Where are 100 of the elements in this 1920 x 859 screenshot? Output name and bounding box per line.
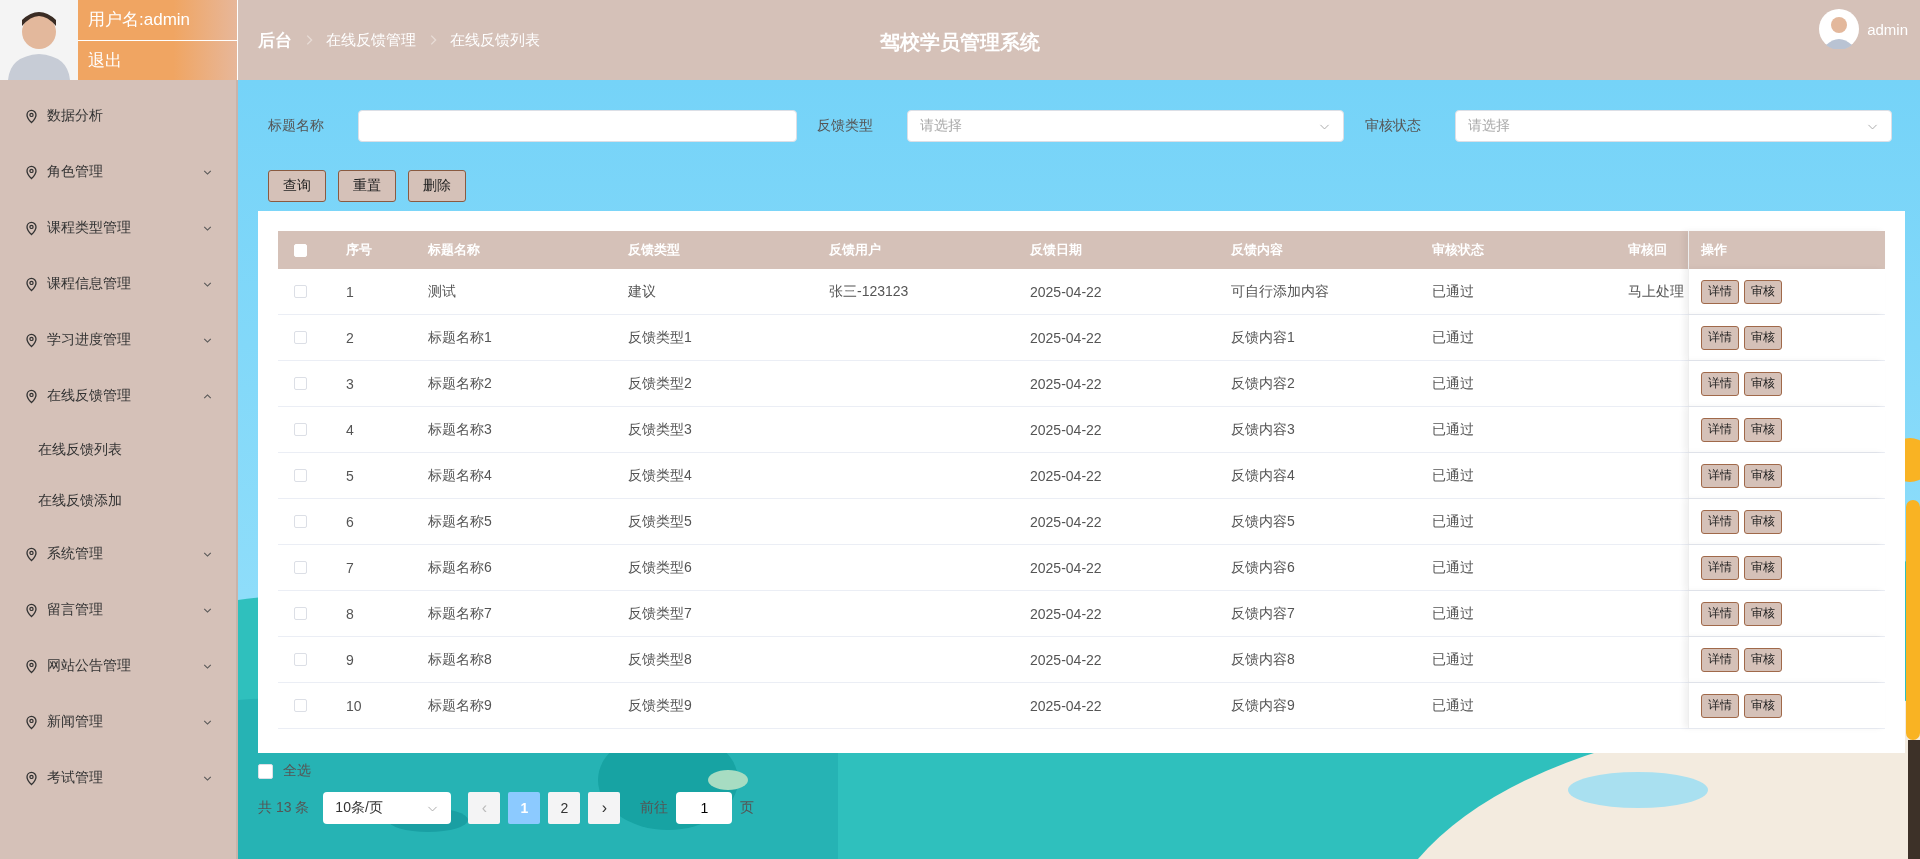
checkbox[interactable] [294, 561, 307, 574]
location-pin-icon [24, 770, 39, 786]
avatar[interactable] [1819, 9, 1860, 49]
location-pin-icon [24, 546, 39, 562]
row-action-button[interactable]: 审核 [1744, 417, 1782, 442]
page-label: 页 [740, 799, 755, 817]
menu-item[interactable]: 课程类型管理 [0, 200, 236, 256]
row-action-button[interactable]: 审核 [1744, 647, 1782, 672]
location-pin-icon [24, 108, 39, 124]
submenu-item[interactable]: 在线反馈列表 [0, 424, 236, 475]
row-action-button[interactable]: 详情 [1701, 693, 1739, 718]
table-cell: 反馈内容6 [1231, 558, 1295, 577]
checkbox[interactable] [294, 331, 307, 344]
row-action-button[interactable]: 详情 [1701, 601, 1739, 626]
app-title: 驾校学员管理系统 [879, 30, 1041, 55]
row-action-button[interactable]: 审核 [1744, 463, 1782, 488]
menu-item[interactable]: 在线反馈管理 [0, 368, 236, 424]
row-action-button[interactable]: 详情 [1701, 555, 1739, 580]
row-action-button[interactable]: 审核 [1744, 509, 1782, 534]
checkbox[interactable] [294, 423, 307, 436]
action-button[interactable]: 重置 [338, 170, 396, 202]
table-cell: 反馈类型7 [628, 604, 692, 623]
page-number-field[interactable]: 1 [676, 792, 733, 824]
table-cell: 反馈类型1 [628, 328, 692, 347]
row-action-button[interactable]: 审核 [1744, 279, 1782, 304]
location-pin-icon [24, 164, 39, 180]
row-action-button[interactable]: 详情 [1701, 463, 1739, 488]
table-cell: 反馈内容3 [1231, 420, 1295, 439]
menu-item[interactable]: 考试管理 [0, 750, 236, 806]
table-cell: 2025-04-22 [1030, 513, 1102, 530]
submenu-item[interactable]: 在线反馈添加 [0, 475, 236, 526]
checkbox[interactable] [294, 699, 307, 712]
location-pin-icon [24, 388, 39, 404]
next-page-button[interactable]: › [588, 792, 621, 824]
page-button[interactable]: 2 [548, 792, 581, 824]
table-cell: 测试 [428, 282, 456, 301]
table-cell: 反馈类型5 [628, 512, 692, 531]
table-cell: 反馈类型4 [628, 466, 692, 485]
table-cell: 已通过 [1432, 696, 1474, 715]
table-cell: 5 [346, 467, 354, 484]
table-cell: 2025-04-22 [1030, 421, 1102, 438]
menu-item[interactable]: 角色管理 [0, 144, 236, 200]
row-action-button[interactable]: 详情 [1701, 371, 1739, 396]
table-cell: 反馈类型6 [628, 558, 692, 577]
column-header: 反馈内容 [1231, 241, 1283, 259]
menu-item[interactable]: 学习进度管理 [0, 312, 236, 368]
row-action-button[interactable]: 详情 [1701, 647, 1739, 672]
menu-item[interactable]: 新闻管理 [0, 694, 236, 750]
menu-item[interactable]: 数据分析 [0, 88, 236, 144]
checkbox[interactable] [294, 285, 307, 298]
table-cell: 标题名称2 [428, 374, 492, 393]
text-input-field[interactable] [358, 110, 797, 142]
table-cell: 8 [346, 605, 354, 622]
row-action-button[interactable]: 详情 [1701, 509, 1739, 534]
action-button[interactable]: 查询 [268, 170, 326, 202]
row-action-button[interactable]: 详情 [1701, 417, 1739, 442]
table-cell: 反馈类型9 [628, 696, 692, 715]
table-cell: 标题名称5 [428, 512, 492, 531]
column-header: 审核状态 [1432, 241, 1484, 259]
table-cell: 已通过 [1432, 328, 1474, 347]
table-cell: 3 [346, 375, 354, 392]
row-action-button[interactable]: 审核 [1744, 555, 1782, 580]
field-label: 反馈类型 [817, 117, 874, 135]
table-cell: 标题名称9 [428, 696, 492, 715]
column-header: 序号 [346, 241, 372, 259]
table-cell: 已通过 [1432, 282, 1474, 301]
page-size-select[interactable]: 10条/页 [323, 792, 452, 824]
table-cell: 已通过 [1432, 604, 1474, 623]
table-cell: 已通过 [1432, 374, 1474, 393]
action-button[interactable]: 删除 [408, 170, 466, 202]
checkbox[interactable] [294, 653, 307, 666]
table-cell: 建议 [628, 282, 656, 301]
table-cell: 反馈内容9 [1231, 696, 1295, 715]
checkbox[interactable] [294, 607, 307, 620]
table-cell: 2 [346, 329, 354, 346]
location-pin-icon [24, 220, 39, 236]
menu-item[interactable]: 系统管理 [0, 526, 236, 582]
row-action-button[interactable]: 审核 [1744, 693, 1782, 718]
location-pin-icon [24, 332, 39, 348]
table-cell: 2025-04-22 [1030, 375, 1102, 392]
checkbox[interactable] [294, 469, 307, 482]
table-cell: 标题名称8 [428, 650, 492, 669]
checkbox[interactable] [294, 515, 307, 528]
menu-item[interactable]: 网站公告管理 [0, 638, 236, 694]
table-cell: 9 [346, 651, 354, 668]
username-label: 用户名:admin [78, 0, 237, 41]
table-cell: 已通过 [1432, 558, 1474, 577]
row-action-button[interactable]: 审核 [1744, 371, 1782, 396]
column-header: 标题名称 [428, 241, 480, 259]
table-cell: 1 [346, 283, 354, 300]
checkbox-label: 全选 [283, 762, 311, 780]
row-action-button[interactable]: 详情 [1701, 279, 1739, 304]
row-action-button[interactable]: 审核 [1744, 325, 1782, 350]
row-action-button[interactable]: 详情 [1701, 325, 1739, 350]
menu-item[interactable]: 留言管理 [0, 582, 236, 638]
menu-item[interactable]: 课程信息管理 [0, 256, 236, 312]
row-action-button[interactable]: 审核 [1744, 601, 1782, 626]
column-header: 反馈类型 [628, 241, 680, 259]
table-cell: 已通过 [1432, 512, 1474, 531]
checkbox[interactable] [294, 377, 307, 390]
